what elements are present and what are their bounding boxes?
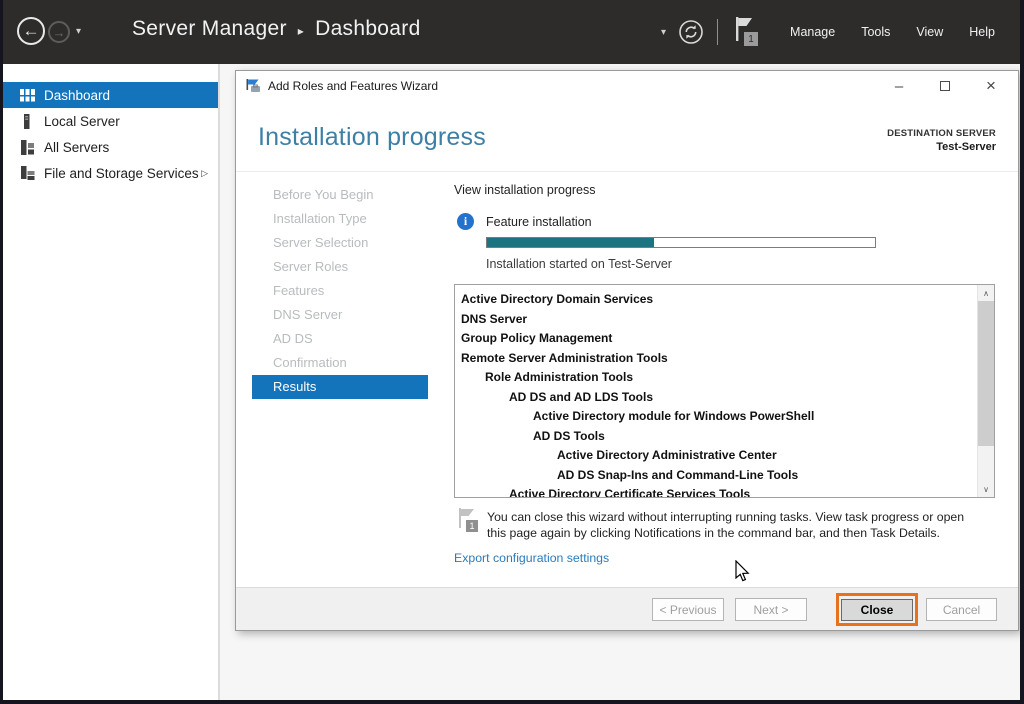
export-configuration-link[interactable]: Export configuration settings (454, 551, 609, 565)
page-title: Installation progress (258, 123, 486, 152)
close-button[interactable]: Close (841, 599, 913, 621)
add-roles-features-wizard: Add Roles and Features Wizard – × Instal… (235, 70, 1019, 631)
sidebar-item-label: File and Storage Services (44, 166, 199, 181)
all-servers-icon (20, 140, 35, 155)
close-note: You can close this wizard without interr… (487, 509, 981, 541)
maximize-button[interactable] (922, 71, 968, 101)
sidebar-item-dashboard[interactable]: Dashboard (3, 82, 218, 108)
notifications-flag-icon[interactable]: 1 (731, 15, 759, 49)
next-button: Next > (735, 598, 807, 621)
nav-dropdown-icon[interactable]: ▾ (76, 26, 81, 37)
local-server-icon (20, 114, 35, 129)
section-title: View installation progress (454, 183, 596, 197)
progress-fill (487, 238, 654, 247)
wizard-steps-nav: Before You Begin Installation Type Serve… (252, 183, 428, 399)
menu-manage[interactable]: Manage (777, 15, 848, 49)
scroll-down-icon[interactable]: ∨ (978, 481, 994, 497)
sidebar-item-file-storage-services[interactable]: File and Storage Services ▷ (3, 160, 218, 186)
task-badge: 1 (466, 520, 478, 532)
minimize-button[interactable]: – (876, 71, 922, 101)
feature-item: Active Directory module for Windows Powe… (455, 407, 976, 427)
scroll-up-icon[interactable]: ∧ (978, 285, 994, 301)
file-storage-icon (20, 166, 35, 181)
refresh-dropdown-icon[interactable]: ▾ (661, 27, 666, 38)
menu-view[interactable]: View (903, 15, 956, 49)
breadcrumb-page[interactable]: Dashboard (315, 17, 420, 41)
dialog-title: Add Roles and Features Wizard (268, 79, 438, 93)
sidebar-item-label: Local Server (44, 114, 120, 129)
previous-button: < Previous (652, 598, 724, 621)
dialog-titlebar[interactable]: Add Roles and Features Wizard – × (236, 71, 1018, 101)
step-confirmation: Confirmation (252, 351, 428, 375)
sidebar-item-local-server[interactable]: Local Server (3, 108, 218, 134)
sidebar-item-label: Dashboard (44, 88, 110, 103)
maximize-icon (940, 81, 950, 91)
chevron-right-icon[interactable]: ▷ (201, 168, 208, 179)
feature-item: AD DS Tools (455, 427, 976, 447)
wizard-header: Installation progress DESTINATION SERVER… (236, 101, 1018, 172)
task-title: Feature installation (486, 215, 592, 229)
sidebar-item-label: All Servers (44, 140, 109, 155)
dashboard-grid-icon (20, 88, 35, 103)
step-features: Features (252, 279, 428, 303)
step-server-roles: Server Roles (252, 255, 428, 279)
topbar: ← → ▾ Server Manager ▸ Dashboard ▾ (0, 0, 1024, 64)
feature-item: DNS Server (455, 310, 976, 330)
progress-bar (486, 237, 876, 248)
refresh-icon[interactable] (678, 19, 704, 45)
feature-item: AD DS and AD LDS Tools (455, 388, 976, 408)
step-dns-server: DNS Server (252, 303, 428, 327)
close-window-button[interactable]: × (968, 71, 1014, 101)
task-flag-icon: 1 (456, 507, 480, 535)
feature-item: AD DS Snap-Ins and Command-Line Tools (455, 466, 976, 486)
installed-features-list: Active Directory Domain Services DNS Ser… (454, 284, 995, 498)
step-ad-ds: AD DS (252, 327, 428, 351)
back-button[interactable]: ← (17, 17, 45, 45)
step-installation-type: Installation Type (252, 207, 428, 231)
feature-item: Active Directory Domain Services (455, 290, 976, 310)
step-server-selection: Server Selection (252, 231, 428, 255)
feature-item: Active Directory Administrative Center (455, 446, 976, 466)
feature-item: Group Policy Management (455, 329, 976, 349)
menu-tools[interactable]: Tools (848, 15, 903, 49)
breadcrumb: Server Manager ▸ Dashboard (132, 17, 421, 41)
scrollbar-thumb[interactable] (978, 301, 994, 446)
menu-help[interactable]: Help (956, 15, 1008, 49)
info-icon: i (457, 213, 474, 230)
notification-count-badge: 1 (744, 32, 758, 46)
feature-item: Role Administration Tools (455, 368, 976, 388)
cancel-button: Cancel (926, 598, 997, 621)
close-button-highlight: Close (836, 593, 918, 626)
destination-server-label: DESTINATION SERVER (887, 128, 996, 139)
forward-button: → (48, 21, 70, 43)
wizard-button-bar: < Previous Next > Close Cancel (236, 587, 1018, 630)
destination-server-name: Test-Server (887, 141, 996, 153)
step-before-you-begin: Before You Begin (252, 183, 428, 207)
topbar-divider (717, 19, 718, 45)
pane-divider (218, 64, 220, 700)
breadcrumb-app[interactable]: Server Manager (132, 17, 287, 41)
progress-status: Installation started on Test-Server (486, 257, 672, 271)
sidebar-item-all-servers[interactable]: All Servers (3, 134, 218, 160)
server-manager-window: ← → ▾ Server Manager ▸ Dashboard ▾ (0, 0, 1024, 704)
sidebar: Dashboard Local Server All Servers File … (3, 64, 218, 700)
list-scrollbar[interactable]: ∧ ∨ (977, 285, 994, 497)
wizard-icon (245, 78, 261, 94)
breadcrumb-separator-icon: ▸ (298, 21, 304, 38)
mouse-cursor (734, 560, 751, 584)
feature-item: Remote Server Administration Tools (455, 349, 976, 369)
step-results[interactable]: Results (252, 375, 428, 399)
feature-item: Active Directory Certificate Services To… (455, 485, 976, 498)
